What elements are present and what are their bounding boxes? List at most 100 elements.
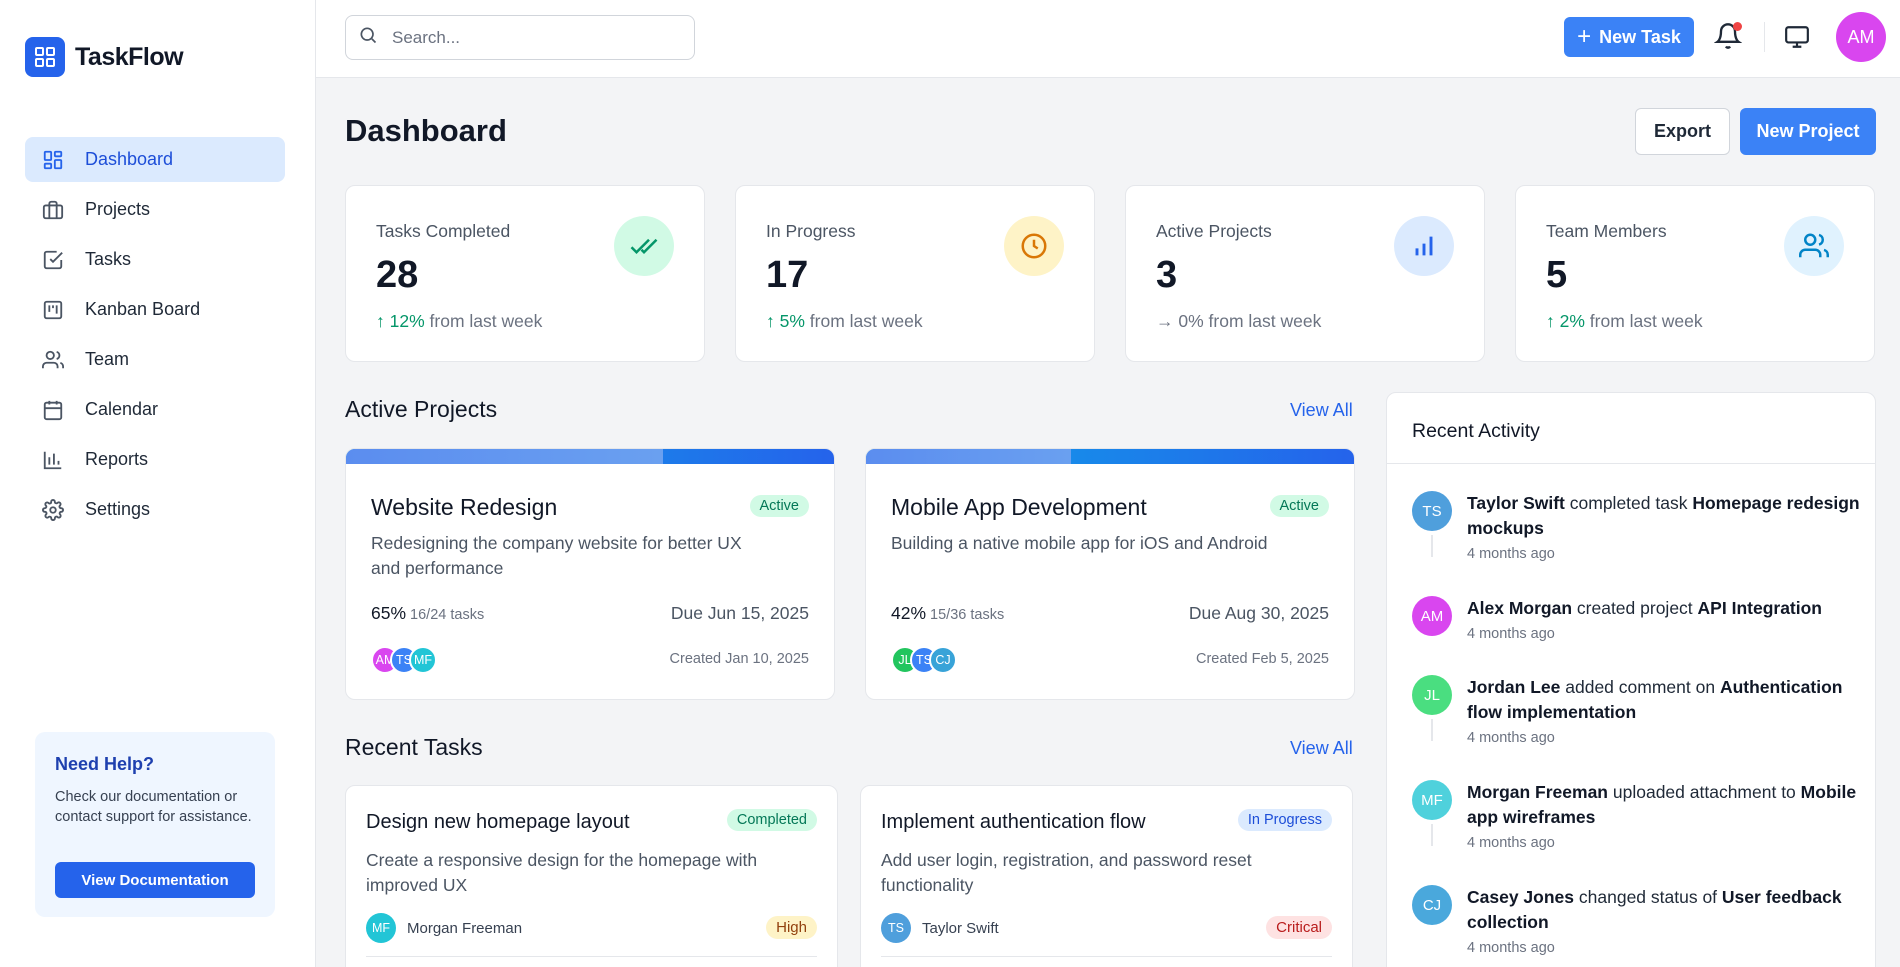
stat-change: → 0% from last week: [1156, 311, 1322, 331]
task-name: Design new homepage layout: [366, 811, 630, 833]
task-card-authentication-flow[interactable]: Implement authentication flow In Progres…: [860, 785, 1353, 967]
user-avatar[interactable]: AM: [1836, 12, 1886, 62]
stat-label: Team Members: [1546, 221, 1667, 241]
activity-time: 4 months ago: [1467, 940, 1555, 956]
help-title: Need Help?: [55, 754, 155, 774]
clock-icon: [1004, 216, 1064, 276]
users-icon: [41, 348, 65, 372]
sidebar-item-team[interactable]: Team: [25, 337, 285, 382]
project-created-date: Created Feb 5, 2025: [1195, 651, 1329, 667]
app-logo[interactable]: TaskFlow: [25, 37, 184, 77]
avatar: MF: [1412, 780, 1452, 820]
avatar: AM: [1412, 596, 1452, 636]
activity-title: Recent Activity: [1412, 420, 1540, 442]
activity-text: Morgan Freeman uploaded attachment to Mo…: [1467, 782, 1857, 827]
stat-card-in-progress: In Progress 17 ↑ 5% from last week: [735, 185, 1095, 362]
active-projects-title: Active Projects: [345, 396, 498, 422]
avatar: JL: [1412, 675, 1452, 715]
project-due-date: Due Aug 30, 2025: [1188, 603, 1329, 623]
notifications-button[interactable]: [1713, 22, 1744, 52]
avatar: CJ: [929, 646, 957, 674]
avatar: MF: [409, 646, 437, 674]
sidebar-item-dashboard[interactable]: Dashboard: [25, 137, 285, 182]
gear-icon: [41, 498, 65, 522]
activity-text: Taylor Swift completed task Homepage red…: [1467, 493, 1860, 538]
timeline-line: [1431, 824, 1433, 846]
help-text: Check our documentation or contact suppo…: [55, 789, 252, 825]
status-badge: Completed: [726, 809, 817, 831]
project-created-date: Created Jan 10, 2025: [669, 651, 809, 667]
stat-change: ↑ 5% from last week: [766, 311, 923, 331]
search-icon: [358, 25, 378, 50]
page-title: Dashboard: [345, 113, 507, 148]
assignee-name: Taylor Swift: [922, 919, 999, 937]
stat-label: Tasks Completed: [376, 221, 511, 241]
divider: [881, 956, 1332, 957]
stat-value: 5: [1546, 254, 1568, 296]
sidebar-item-projects[interactable]: Projects: [25, 187, 285, 232]
monitor-icon: [1785, 26, 1809, 48]
status-badge: Active: [1269, 495, 1329, 517]
avatar: TS: [1412, 491, 1452, 531]
priority-badge: High: [766, 916, 817, 939]
task-name: Implement authentication flow: [881, 811, 1146, 833]
stat-value: 3: [1156, 254, 1178, 296]
divider: [366, 956, 817, 957]
checkbox-icon: [41, 248, 65, 272]
stat-change: ↑ 2% from last week: [1546, 311, 1703, 331]
double-check-icon: [614, 216, 674, 276]
display-button[interactable]: [1784, 24, 1812, 52]
project-card-mobile-app[interactable]: Mobile App Development Active Building a…: [865, 448, 1355, 700]
sidebar-item-settings[interactable]: Settings: [25, 487, 285, 532]
dashboard-icon: [41, 148, 65, 172]
sidebar-item-calendar[interactable]: Calendar: [25, 387, 285, 432]
search-box[interactable]: [345, 15, 695, 60]
new-project-button[interactable]: New Project: [1740, 108, 1876, 155]
stat-card-team-members: Team Members 5 ↑ 2% from last week: [1515, 185, 1875, 362]
project-name: Mobile App Development: [891, 494, 1147, 520]
project-card-website-redesign[interactable]: Website Redesign Active Redesigning the …: [345, 448, 835, 700]
sidebar-item-reports[interactable]: Reports: [25, 437, 285, 482]
stat-card-active-projects: Active Projects 3 → 0% from last week: [1125, 185, 1485, 362]
search-input[interactable]: [392, 27, 682, 48]
recent-activity-panel: Recent Activity TS Taylor Swift complete…: [1386, 392, 1876, 967]
sidebar-item-label: Settings: [85, 499, 151, 519]
calendar-icon: [41, 398, 65, 422]
sidebar-item-tasks[interactable]: Tasks: [25, 237, 285, 282]
projects-view-all-link[interactable]: View All: [1290, 400, 1353, 421]
project-description: Redesigning the company website for bett…: [371, 533, 742, 578]
app-name: TaskFlow: [75, 42, 184, 71]
project-progress: 65% 16/24 tasks: [371, 603, 485, 623]
kanban-icon: [41, 298, 65, 322]
avatar: TS: [881, 913, 911, 943]
project-progress-bar: [346, 449, 834, 464]
timeline-line: [1431, 535, 1433, 557]
activity-text: Jordan Lee added comment on Authenticati…: [1467, 677, 1843, 722]
recent-tasks-title: Recent Tasks: [345, 734, 483, 760]
task-card-homepage-layout[interactable]: Design new homepage layout Completed Cre…: [345, 785, 838, 967]
project-members: JL TS CJ: [891, 646, 957, 674]
sidebar-item-label: Projects: [85, 199, 151, 219]
task-assignee: TS Taylor Swift: [881, 913, 999, 943]
priority-badge: Critical: [1266, 916, 1332, 939]
stat-label: Active Projects: [1156, 221, 1272, 241]
task-description: Create a responsive design for the homep…: [366, 850, 758, 895]
sidebar-item-label: Calendar: [85, 399, 159, 419]
tasks-view-all-link[interactable]: View All: [1290, 738, 1353, 759]
export-button[interactable]: Export: [1635, 108, 1730, 155]
task-assignee: MF Morgan Freeman: [366, 913, 522, 943]
timeline-line: [1431, 719, 1433, 741]
project-progress-fill: [866, 449, 1071, 464]
sidebar-item-label: Dashboard: [85, 149, 174, 169]
bar-chart-icon: [1394, 216, 1454, 276]
stat-value: 28: [376, 254, 419, 296]
project-progress: 42% 15/36 tasks: [891, 603, 1005, 623]
sidebar-item-label: Tasks: [85, 249, 132, 269]
assignee-name: Morgan Freeman: [407, 919, 523, 937]
sidebar-item-label: Kanban Board: [85, 299, 201, 319]
sidebar-item-kanban-board[interactable]: Kanban Board: [25, 287, 285, 332]
new-task-button[interactable]: + New Task: [1564, 17, 1694, 57]
project-name: Website Redesign: [371, 494, 558, 520]
view-documentation-button[interactable]: View Documentation: [55, 862, 255, 898]
project-members: AM TS MF: [371, 646, 437, 674]
